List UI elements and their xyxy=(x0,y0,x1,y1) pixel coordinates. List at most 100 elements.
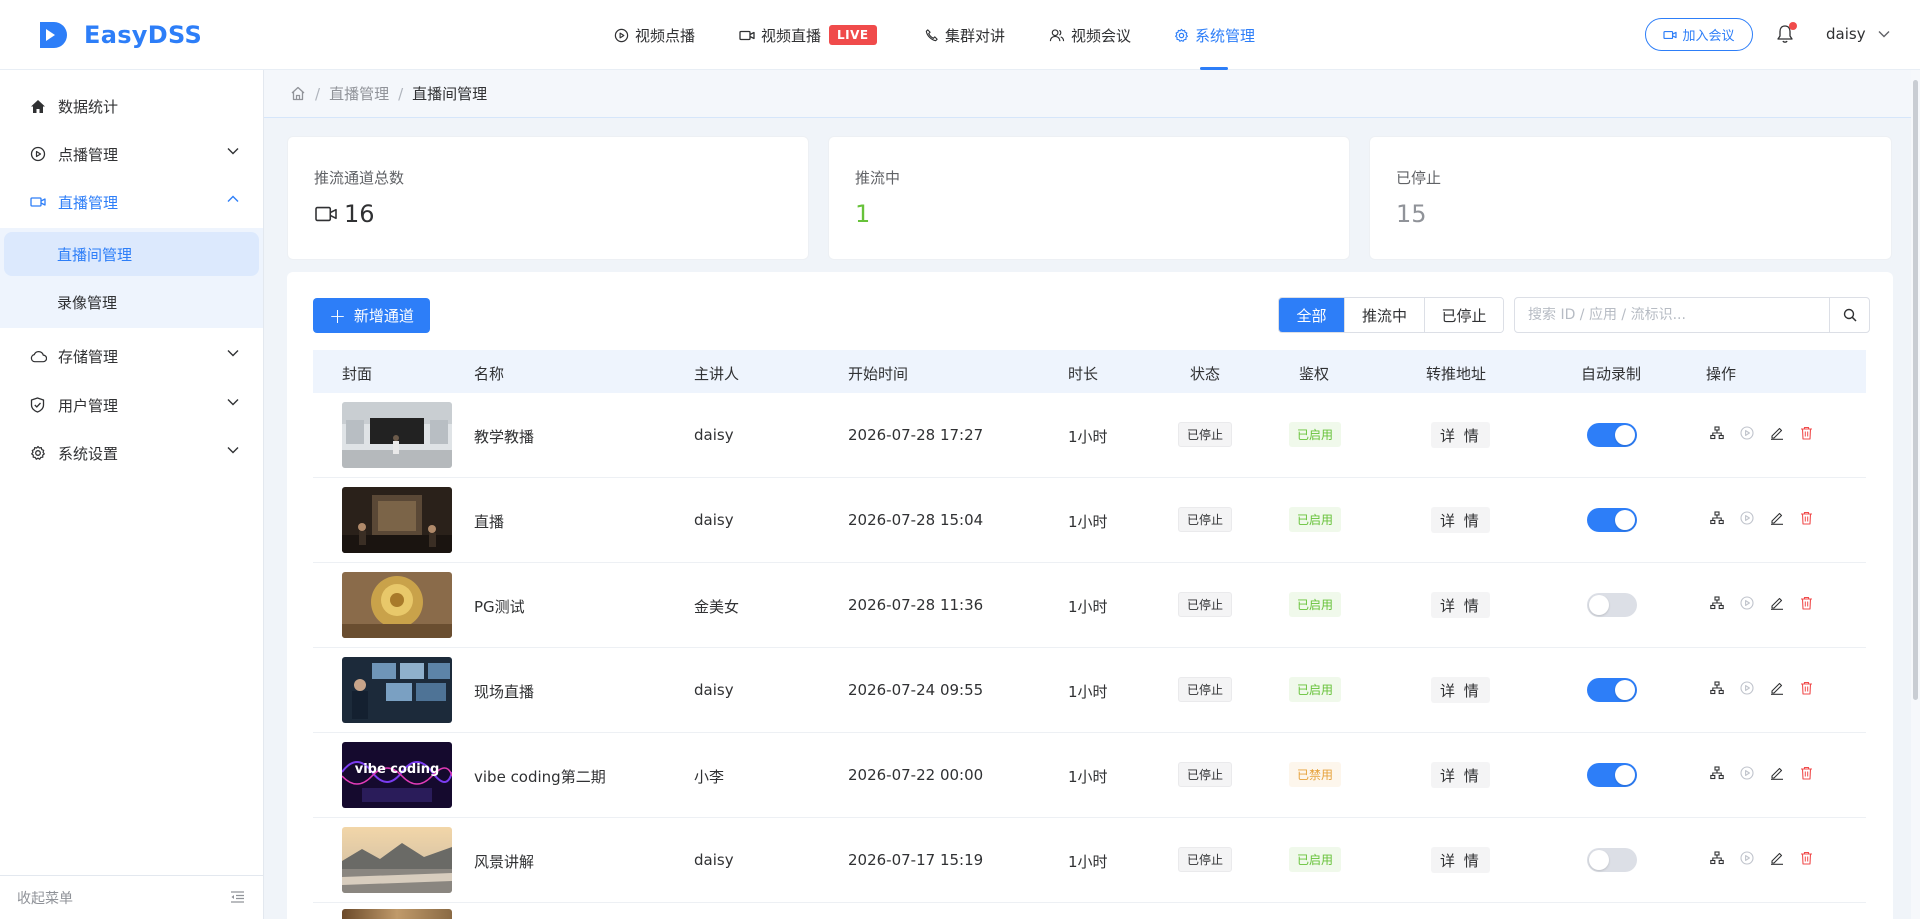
row-actions xyxy=(1710,681,1829,695)
toggle-knob xyxy=(1589,595,1609,615)
thumbnail-caption: vibe coding xyxy=(354,762,440,777)
sidebar-item-stats[interactable]: 数据统计 xyxy=(0,84,263,128)
start-time: 2026-07-28 15:04 xyxy=(848,511,984,529)
relay-detail-button[interactable]: 详 情 xyxy=(1431,847,1490,873)
nav-meeting[interactable]: 视频会议 xyxy=(1049,0,1131,70)
edit-icon[interactable] xyxy=(1770,766,1784,780)
collapse-menu-button[interactable]: 收起菜单 xyxy=(0,875,263,919)
edit-icon[interactable] xyxy=(1770,681,1784,695)
nav-intercom[interactable]: 集群对讲 xyxy=(924,0,1005,70)
edit-icon[interactable] xyxy=(1770,851,1784,865)
cover-thumbnail[interactable] xyxy=(342,572,452,638)
sitemap-icon[interactable] xyxy=(1710,596,1724,610)
auth-badge: 已启用 xyxy=(1289,422,1342,447)
delete-icon[interactable] xyxy=(1800,426,1813,440)
add-channel-button[interactable]: + 新增通道 xyxy=(313,298,430,333)
auto-record-toggle[interactable] xyxy=(1587,423,1637,447)
relay-detail-button[interactable]: 详 情 xyxy=(1431,507,1490,533)
column-header: 状态 xyxy=(1190,365,1221,383)
nav-system[interactable]: 系统管理 xyxy=(1174,0,1255,70)
home-icon[interactable] xyxy=(290,86,306,101)
sidebar-item-storage[interactable]: 存储管理 xyxy=(0,334,263,378)
sidebar-item-recordings[interactable]: 录像管理 xyxy=(4,280,259,324)
auth-badge: 已启用 xyxy=(1289,592,1342,617)
play-icon[interactable] xyxy=(1740,851,1754,865)
auth-badge: 已启用 xyxy=(1289,847,1342,872)
cover-thumbnail[interactable] xyxy=(342,827,452,893)
relay-detail-button[interactable]: 详 情 xyxy=(1431,677,1490,703)
edit-icon[interactable] xyxy=(1770,511,1784,525)
sitemap-icon[interactable] xyxy=(1710,851,1724,865)
sitemap-icon[interactable] xyxy=(1710,681,1724,695)
filter-streaming[interactable]: 推流中 xyxy=(1344,298,1424,332)
duration: 1小时 xyxy=(1068,428,1108,446)
column-header: 名称 xyxy=(474,365,505,383)
delete-icon[interactable] xyxy=(1800,511,1813,525)
play-icon[interactable] xyxy=(1740,426,1754,440)
play-icon[interactable] xyxy=(1740,766,1754,780)
sitemap-icon[interactable] xyxy=(1710,766,1724,780)
cover-thumbnail[interactable] xyxy=(342,487,452,553)
notification-bell[interactable] xyxy=(1776,22,1797,48)
play-icon[interactable] xyxy=(1740,511,1754,525)
delete-icon[interactable] xyxy=(1800,596,1813,610)
play-icon[interactable] xyxy=(1740,681,1754,695)
stat-card-stopped: 已停止 15 xyxy=(1369,136,1892,260)
status-badge: 已停止 xyxy=(1178,847,1233,872)
sidebar-item-vod[interactable]: 点播管理 xyxy=(0,132,263,176)
relay-detail-button[interactable]: 详 情 xyxy=(1431,762,1490,788)
sidebar-item-label: 存储管理 xyxy=(58,347,119,366)
edit-icon[interactable] xyxy=(1770,426,1784,440)
breadcrumb-item[interactable]: 直播管理 xyxy=(329,83,389,104)
sitemap-icon[interactable] xyxy=(1710,511,1724,525)
toggle-knob xyxy=(1589,850,1609,870)
cover-thumbnail[interactable] xyxy=(342,402,452,468)
delete-icon[interactable] xyxy=(1800,851,1813,865)
nav-live[interactable]: 视频直播 LIVE xyxy=(739,0,877,70)
play-circle-icon xyxy=(30,146,48,162)
duration: 1小时 xyxy=(1068,683,1108,701)
auto-record-toggle[interactable] xyxy=(1587,763,1637,787)
search-icon xyxy=(1843,308,1857,322)
breadcrumb: / 直播管理 / 直播间管理 xyxy=(264,70,1920,118)
search-input[interactable] xyxy=(1515,298,1829,332)
sidebar-item-live-rooms[interactable]: 直播间管理 xyxy=(4,232,259,276)
filter-stopped[interactable]: 已停止 xyxy=(1424,298,1503,332)
cover-thumbnail[interactable]: vibe coding xyxy=(342,742,452,808)
gear-icon xyxy=(30,445,48,461)
page-scrollbar[interactable] xyxy=(1911,70,1920,919)
phone-icon xyxy=(924,28,939,43)
sitemap-icon[interactable] xyxy=(1710,426,1724,440)
auto-record-toggle[interactable] xyxy=(1587,593,1637,617)
app-logo[interactable]: EasyDSS xyxy=(36,18,202,52)
user-menu[interactable]: daisy xyxy=(1826,25,1890,43)
auto-record-toggle[interactable] xyxy=(1587,508,1637,532)
delete-icon[interactable] xyxy=(1800,766,1813,780)
stat-card-total: 推流通道总数 16 xyxy=(287,136,809,260)
relay-detail-button[interactable]: 详 情 xyxy=(1431,592,1490,618)
auto-record-toggle[interactable] xyxy=(1587,678,1637,702)
delete-icon[interactable] xyxy=(1800,681,1813,695)
sidebar-item-label: 系统设置 xyxy=(58,444,119,463)
search-button[interactable] xyxy=(1829,298,1869,332)
scrollbar-thumb[interactable] xyxy=(1913,80,1918,700)
nav-vod[interactable]: 视频点播 xyxy=(614,0,695,70)
breadcrumb-separator: / xyxy=(315,84,321,103)
sidebar-item-settings[interactable]: 系统设置 xyxy=(0,431,263,475)
status-badge: 已停止 xyxy=(1178,592,1233,617)
sidebar-item-live[interactable]: 直播管理 xyxy=(0,180,263,224)
join-meeting-button[interactable]: 加入会议 xyxy=(1645,18,1753,51)
toggle-knob xyxy=(1615,425,1635,445)
auth-badge: 已启用 xyxy=(1289,677,1342,702)
live-badge: LIVE xyxy=(829,25,877,45)
relay-detail-button[interactable]: 详 情 xyxy=(1431,422,1490,448)
filter-all[interactable]: 全部 xyxy=(1279,298,1344,332)
cover-thumbnail[interactable] xyxy=(342,657,452,723)
edit-icon[interactable] xyxy=(1770,596,1784,610)
play-icon[interactable] xyxy=(1740,596,1754,610)
sidebar-item-label: 录像管理 xyxy=(57,293,118,312)
sidebar-item-label: 用户管理 xyxy=(58,396,119,415)
auth-badge: 已启用 xyxy=(1289,507,1342,532)
sidebar-item-users[interactable]: 用户管理 xyxy=(0,383,263,427)
auto-record-toggle[interactable] xyxy=(1587,848,1637,872)
